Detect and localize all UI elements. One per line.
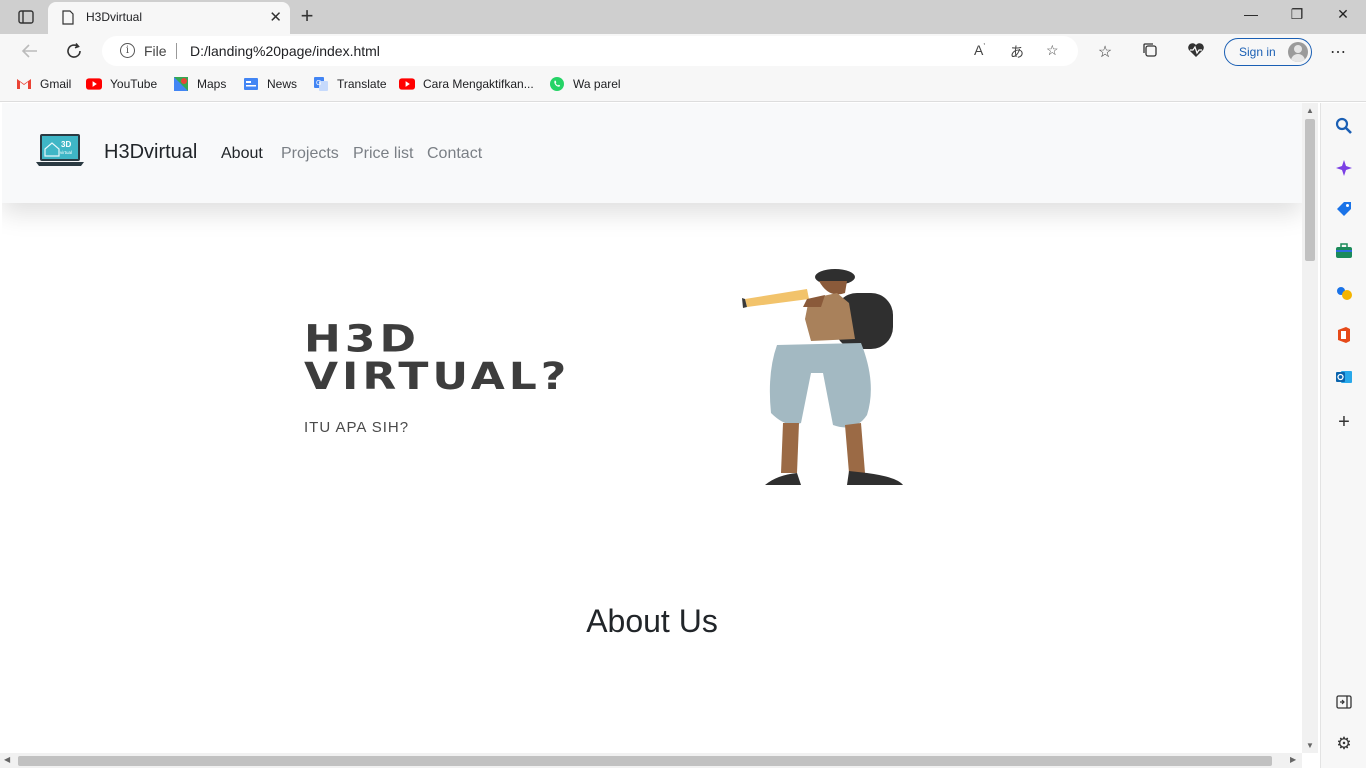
- browser-toolbar: i File D:/landing%20page/index.html Aʼ あ…: [0, 34, 1366, 68]
- scroll-right-icon[interactable]: ▶: [1290, 755, 1296, 764]
- bookmark-label: YouTube: [110, 77, 158, 91]
- about-heading: About Us: [586, 603, 718, 639]
- nav-about[interactable]: About: [221, 145, 263, 163]
- hero-title-line2: VIRTUAL?: [304, 355, 571, 399]
- page-content: 3D virtual H3Dvirtual About Projects Pri…: [2, 103, 1302, 753]
- sign-in-label: Sign in: [1239, 45, 1276, 59]
- file-label: File: [144, 43, 167, 59]
- shopping-tag-icon[interactable]: [1333, 198, 1355, 220]
- copilot-sparkle-icon[interactable]: [1333, 157, 1355, 179]
- browser-essentials-icon[interactable]: [1185, 42, 1207, 63]
- bookmark-maps[interactable]: Maps: [173, 76, 226, 92]
- bookmark-cara-mengaktifkan[interactable]: Cara Mengaktifkan...: [399, 76, 534, 92]
- bookmark-translate[interactable]: G Translate: [313, 76, 387, 92]
- vertical-scroll-thumb[interactable]: [1305, 119, 1315, 261]
- tab-actions-icon[interactable]: [14, 7, 38, 27]
- vertical-scrollbar[interactable]: ▲ ▼: [1302, 103, 1318, 753]
- brand-logo-icon[interactable]: 3D virtual: [36, 133, 84, 172]
- active-tab[interactable]: H3Dvirtual ✕: [48, 2, 290, 34]
- sign-in-button[interactable]: Sign in: [1224, 38, 1312, 66]
- close-window-button[interactable]: ✕: [1328, 6, 1358, 23]
- youtube-icon: [399, 76, 415, 92]
- bookmark-label: Cara Mengaktifkan...: [423, 77, 534, 91]
- url-text[interactable]: D:/landing%20page/index.html: [190, 43, 380, 59]
- hide-sidebar-icon[interactable]: [1333, 691, 1355, 713]
- whatsapp-icon: [549, 76, 565, 92]
- close-tab-icon[interactable]: ✕: [269, 8, 282, 26]
- scroll-up-icon[interactable]: ▲: [1306, 106, 1314, 115]
- games-icon[interactable]: [1333, 282, 1355, 304]
- nav-contact[interactable]: Contact: [427, 145, 482, 163]
- site-navbar: 3D virtual H3Dvirtual About Projects Pri…: [2, 103, 1302, 203]
- youtube-icon: [86, 76, 102, 92]
- bookmark-label: Translate: [337, 77, 387, 91]
- back-button[interactable]: [17, 39, 43, 63]
- maps-icon: [173, 76, 189, 92]
- collections-icon[interactable]: [1139, 42, 1161, 63]
- page-icon: [62, 10, 74, 30]
- add-favorite-icon[interactable]: ☆: [1046, 42, 1059, 59]
- bookmark-youtube[interactable]: YouTube: [86, 76, 157, 92]
- bookmarks-bar: Gmail YouTube Maps News G Translate Cara…: [0, 68, 1366, 102]
- hero-subtitle: ITU APA SIH?: [304, 419, 410, 436]
- bookmark-label: Gmail: [40, 77, 72, 91]
- horizontal-scroll-thumb[interactable]: [18, 756, 1272, 766]
- add-sidebar-app-icon[interactable]: +: [1333, 411, 1355, 433]
- svg-text:G: G: [316, 80, 321, 87]
- outlook-icon[interactable]: [1333, 366, 1355, 388]
- news-icon: [243, 76, 259, 92]
- bookmark-label: News: [267, 77, 298, 91]
- scroll-left-icon[interactable]: ◀: [4, 755, 10, 764]
- brand-name[interactable]: H3Dvirtual: [104, 141, 197, 164]
- tools-briefcase-icon[interactable]: [1333, 240, 1355, 262]
- edge-sidebar: + ⚙: [1320, 103, 1366, 768]
- settings-gear-icon[interactable]: ⚙: [1333, 733, 1355, 755]
- translate-page-icon[interactable]: あ: [1010, 42, 1024, 62]
- hero-title-line1: H3D: [304, 317, 420, 361]
- maximize-button[interactable]: ❐: [1282, 6, 1312, 23]
- refresh-button[interactable]: [61, 39, 87, 63]
- favorites-icon[interactable]: ☆: [1094, 42, 1116, 62]
- search-icon[interactable]: [1333, 115, 1355, 137]
- logo-subtext: virtual: [60, 150, 72, 155]
- avatar: [1288, 42, 1308, 62]
- scroll-down-icon[interactable]: ▼: [1306, 741, 1314, 750]
- tab-title: H3Dvirtual: [86, 10, 143, 24]
- info-icon[interactable]: i: [120, 43, 135, 58]
- read-aloud-icon[interactable]: Aʼ: [974, 42, 985, 58]
- address-separator: [176, 43, 177, 59]
- more-options-icon[interactable]: ⋯: [1327, 42, 1349, 62]
- browser-tab-bar: H3Dvirtual ✕ + — ❐ ✕: [0, 0, 1366, 34]
- hero-title: H3D VIRTUAL?: [304, 321, 570, 396]
- minimize-button[interactable]: —: [1236, 6, 1266, 22]
- bookmark-gmail[interactable]: Gmail: [16, 76, 71, 92]
- hero-illustration: [737, 263, 937, 498]
- horizontal-scrollbar[interactable]: ◀ ▶: [0, 753, 1302, 768]
- nav-projects[interactable]: Projects: [281, 145, 339, 163]
- gmail-icon: [16, 76, 32, 92]
- office-icon[interactable]: [1333, 324, 1355, 346]
- bookmark-wa-parel[interactable]: Wa parel: [549, 76, 621, 92]
- translate-icon: G: [313, 76, 329, 92]
- nav-price-list[interactable]: Price list: [353, 145, 413, 163]
- new-tab-button[interactable]: +: [296, 4, 318, 28]
- address-bar[interactable]: i File D:/landing%20page/index.html Aʼ あ…: [102, 36, 1078, 66]
- logo-text: 3D: [61, 140, 71, 149]
- bookmark-news[interactable]: News: [243, 76, 297, 92]
- bookmark-label: Wa parel: [573, 77, 621, 91]
- bookmark-label: Maps: [197, 77, 227, 91]
